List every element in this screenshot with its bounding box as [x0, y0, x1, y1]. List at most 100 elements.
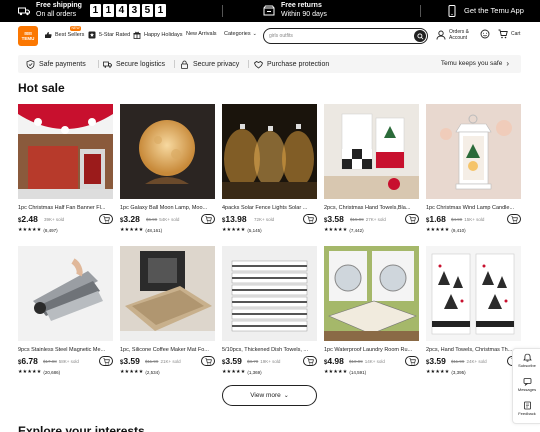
product-sold: $15.99 27K+ sold: [350, 217, 386, 222]
gift-icon: [133, 31, 141, 39]
product-title[interactable]: 2pcs, Christmas Hand Towels,Bla...: [324, 205, 419, 211]
countdown-digit: 3: [128, 4, 140, 17]
countdown-digit: 1: [102, 4, 114, 17]
explore-interests-title: Explore your interests: [18, 424, 145, 432]
product-title[interactable]: 1pc Christmas Wind Lamp Candle...: [426, 205, 521, 211]
product-price: $4.98: [324, 356, 344, 366]
rating-stars: ★★★★★: [18, 227, 42, 233]
product-card[interactable]: 5/10pcs, Thickened Dish Towels, ... $3.5…: [222, 246, 317, 375]
trust-label: Temu keeps you safe: [440, 60, 503, 67]
product-card[interactable]: 9pcs Stainless Steel Magnetic Me... $6.7…: [18, 246, 113, 375]
add-to-cart-button[interactable]: [405, 214, 419, 224]
add-to-cart-button[interactable]: [99, 356, 113, 366]
nav-categories[interactable]: Categories ⌄: [224, 31, 257, 37]
add-to-cart-button[interactable]: [303, 214, 317, 224]
cart-icon: [510, 215, 518, 223]
product-image[interactable]: [120, 246, 215, 341]
trust-more-link[interactable]: Temu keeps you safe ›: [440, 60, 509, 68]
product-image[interactable]: [324, 246, 419, 341]
nav-best-sellers[interactable]: Best Sellers: [44, 31, 84, 39]
divider: [174, 60, 175, 68]
floating-side-panel: Subscribe Messages Feedback: [512, 348, 540, 424]
product-image[interactable]: [324, 104, 419, 199]
cart-icon: [306, 357, 314, 365]
product-title[interactable]: 1pc Galaxy Ball Moon Lamp, Moo...: [120, 205, 215, 211]
product-title[interactable]: 2pcs, Hand Towels, Christmas Th...: [426, 347, 521, 353]
get-app-label: Get the Temu App: [464, 5, 524, 15]
divider: [248, 60, 249, 68]
nav-new-arrivals[interactable]: New Arrivals: [186, 31, 217, 37]
trust-bar[interactable]: Safe payments Secure logistics Secure pr…: [18, 55, 521, 73]
support-button[interactable]: [480, 29, 493, 39]
product-title[interactable]: 1pc, Silicone Coffee Maker Mat Fo...: [120, 347, 215, 353]
new-badge: NEW: [70, 26, 82, 31]
product-sold: $10.99 14K+ sold: [349, 359, 385, 364]
product-title[interactable]: 1pc Waterproof Laundry Room Ru...: [324, 347, 419, 353]
cart-button[interactable]: Cart: [498, 29, 520, 39]
product-image[interactable]: [120, 104, 215, 199]
product-title[interactable]: 4packs Solar Fence Lights Solar ...: [222, 205, 317, 211]
product-image[interactable]: [222, 246, 317, 341]
countdown-digit: 1: [89, 4, 101, 17]
get-app-link[interactable]: Get the Temu App: [446, 5, 524, 17]
truck-icon: [18, 5, 30, 17]
product-card[interactable]: 1pc, Silicone Coffee Maker Mat Fo... $3.…: [120, 246, 215, 375]
product-card[interactable]: 1pc Christmas Half Fan Banner Fl... $2.4…: [18, 104, 113, 233]
add-to-cart-button[interactable]: [405, 356, 419, 366]
product-image[interactable]: [426, 246, 521, 341]
product-title[interactable]: 5/10pcs, Thickened Dish Towels, ...: [222, 347, 317, 353]
bell-icon: [522, 353, 532, 362]
product-image[interactable]: [18, 104, 113, 199]
hot-sale-title: Hot sale: [18, 81, 65, 95]
search-icon: [416, 32, 423, 39]
promo-banner[interactable]: Free shipping On all orders 1 1 4 3 5 1 …: [0, 0, 540, 22]
subscribe-button[interactable]: Subscribe: [513, 353, 540, 368]
product-price: $3.59: [426, 356, 446, 366]
logo-wordmark: TEMU: [21, 36, 35, 41]
product-rating: ★★★★★ (1,369): [222, 369, 317, 375]
product-rating: ★★★★★ (20,686): [18, 369, 113, 375]
nav-happy-holidays[interactable]: Happy Holidays: [133, 31, 183, 39]
view-more-button[interactable]: View more ⌄: [222, 385, 317, 406]
product-price: $3.59: [222, 356, 242, 366]
rating-stars: ★★★★★: [222, 369, 246, 375]
review-count: (9,410): [451, 227, 466, 233]
nav-label: Best Sellers: [55, 32, 85, 38]
messages-button[interactable]: Messages: [513, 377, 540, 392]
product-card[interactable]: 1pc Galaxy Ball Moon Lamp, Moo... $3.28 …: [120, 104, 215, 233]
handshake-icon: [254, 61, 263, 69]
cart-icon: [498, 29, 508, 39]
product-card[interactable]: 4packs Solar Fence Lights Solar ... $13.…: [222, 104, 317, 233]
product-card[interactable]: 2pcs, Christmas Hand Towels,Bla... $3.58…: [324, 104, 419, 233]
product-image[interactable]: [222, 104, 317, 199]
review-count: (8,497): [43, 227, 58, 233]
product-image[interactable]: [18, 246, 113, 341]
add-to-cart-button[interactable]: [201, 214, 215, 224]
free-shipping-sub: On all orders: [36, 10, 77, 18]
product-rating: ★★★★★ (3,395): [426, 369, 521, 375]
benefit-purchase-protection: Purchase protection: [254, 60, 329, 69]
product-card[interactable]: 2pcs, Hand Towels, Christmas Th... $3.59…: [426, 246, 521, 375]
cart-icon: [306, 215, 314, 223]
product-title[interactable]: 1pc Christmas Half Fan Banner Fl...: [18, 205, 113, 211]
add-to-cart-button[interactable]: [303, 356, 317, 366]
search-button[interactable]: [414, 30, 426, 42]
product-title[interactable]: 9pcs Stainless Steel Magnetic Me...: [18, 347, 113, 353]
product-card[interactable]: 1pc Christmas Wind Lamp Candle... $1.68 …: [426, 104, 521, 233]
add-to-cart-button[interactable]: [507, 214, 521, 224]
orders-account[interactable]: Orders & Account: [436, 29, 469, 41]
review-count: (3,395): [451, 369, 466, 375]
product-card[interactable]: 1pc Waterproof Laundry Room Ru... $4.98 …: [324, 246, 419, 375]
add-to-cart-button[interactable]: [99, 214, 113, 224]
rating-stars: ★★★★★: [426, 227, 450, 233]
temu-logo[interactable]: ⊞⊞ TEMU: [18, 26, 38, 46]
search-input[interactable]: [269, 31, 399, 40]
product-sold: $17.98 58K+ sold: [43, 359, 79, 364]
product-image[interactable]: [426, 104, 521, 199]
nav-five-star-rated[interactable]: 5-Star Rated: [88, 31, 130, 39]
product-rating: ★★★★★ (48,161): [120, 227, 215, 233]
messages-label: Messages: [517, 387, 537, 392]
add-to-cart-button[interactable]: [201, 356, 215, 366]
product-rating: ★★★★★ (9,410): [426, 227, 521, 233]
feedback-button[interactable]: Feedback: [513, 401, 540, 416]
